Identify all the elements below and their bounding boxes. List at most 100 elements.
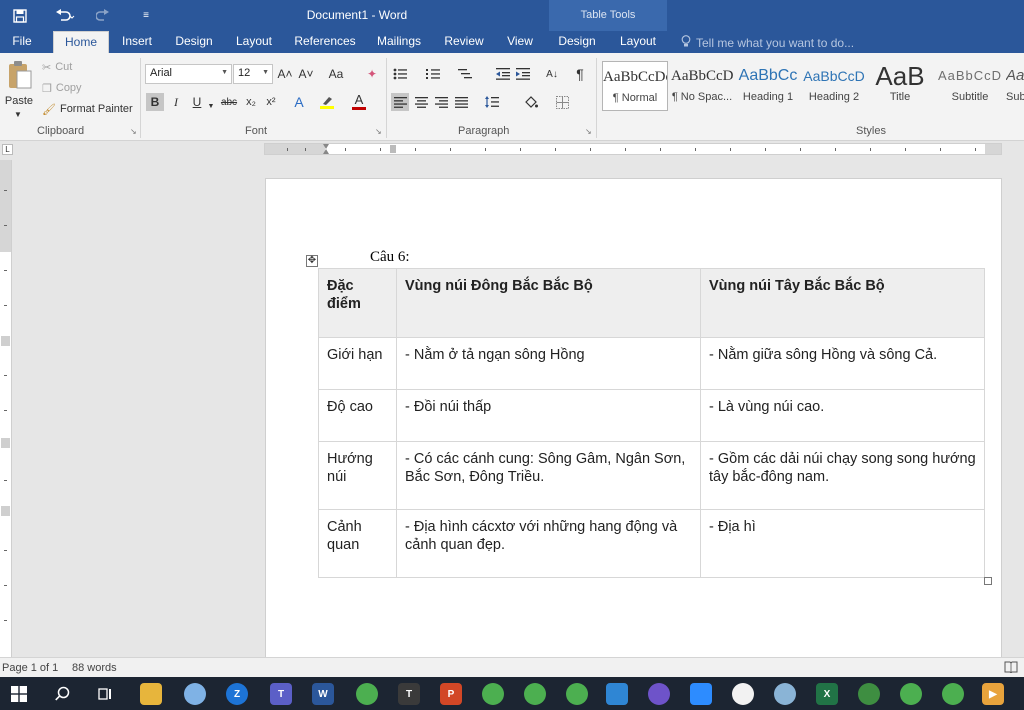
comparison-table[interactable]: Đặc điểm Vùng núi Đông Bắc Bắc Bộ Vùng n… — [318, 268, 985, 578]
highlight-color-button[interactable] — [318, 93, 336, 111]
underline-dropdown-icon[interactable]: ▼ — [206, 97, 216, 115]
text-effects-button[interactable]: A — [290, 93, 308, 111]
table-resize-handle[interactable] — [984, 577, 992, 585]
tab-layout[interactable]: Layout — [230, 31, 278, 53]
style-title[interactable]: AaB Title — [869, 61, 931, 111]
text-editor-icon[interactable]: T — [398, 683, 420, 705]
feather-app-icon[interactable] — [648, 683, 670, 705]
strikethrough-button[interactable]: abc — [219, 93, 239, 111]
font-size-combo[interactable]: 12 ▼ — [233, 64, 273, 84]
multilevel-list-icon[interactable] — [456, 65, 474, 83]
style-heading-2[interactable]: AaBbCcD Heading 2 — [803, 61, 865, 111]
tab-references[interactable]: References — [290, 31, 360, 53]
font-color-button[interactable]: A — [350, 93, 368, 111]
borders-icon[interactable] — [553, 93, 571, 111]
chrome-icon[interactable] — [942, 683, 964, 705]
line-spacing-icon[interactable] — [483, 93, 501, 111]
video-player-icon[interactable]: ▶ — [982, 683, 1004, 705]
underline-button[interactable]: U — [188, 93, 206, 111]
chrome-icon[interactable] — [524, 683, 546, 705]
tab-view[interactable]: View — [500, 31, 540, 53]
file-explorer-icon[interactable] — [140, 683, 162, 705]
vertical-ruler[interactable] — [0, 160, 12, 657]
numbering-icon[interactable] — [424, 65, 442, 83]
shading-icon[interactable] — [522, 93, 540, 111]
clipboard-launcher-icon[interactable]: ↘ — [130, 127, 137, 136]
align-center-icon[interactable] — [412, 93, 430, 111]
subscript-button[interactable]: x₂ — [242, 93, 260, 111]
tell-me-box[interactable]: Tell me what you want to do... — [681, 35, 854, 51]
chrome-icon[interactable] — [482, 683, 504, 705]
font-name-combo[interactable]: Arial ▼ — [145, 64, 232, 84]
format-painter-button[interactable]: 🖌 Format Painter — [42, 102, 133, 116]
tab-home[interactable]: Home — [53, 31, 109, 53]
powerpoint-icon[interactable]: P — [440, 683, 462, 705]
page-count[interactable]: Page 1 of 1 — [2, 662, 58, 674]
chrome-icon[interactable] — [900, 683, 922, 705]
tab-stop-selector[interactable]: L — [2, 144, 13, 155]
cut-button[interactable]: ✂ Cut — [42, 60, 72, 74]
search-icon[interactable] — [51, 683, 73, 705]
excel-icon[interactable]: X — [816, 683, 838, 705]
excel-chrome-icon[interactable] — [858, 683, 880, 705]
bold-button[interactable]: B — [146, 93, 164, 111]
decrease-indent-icon[interactable] — [494, 65, 512, 83]
table-cell[interactable]: Hướng núi — [318, 441, 397, 510]
table-cell[interactable]: - Gồm các dải núi chạy song song hướng t… — [700, 441, 985, 510]
table-cell[interactable]: Độ cao — [318, 389, 397, 442]
bullets-icon[interactable] — [391, 65, 409, 83]
align-left-icon[interactable] — [391, 93, 409, 111]
horizontal-ruler[interactable] — [264, 143, 1002, 155]
tab-file[interactable]: File — [4, 31, 40, 53]
tab-insert[interactable]: Insert — [115, 31, 159, 53]
change-case-button[interactable]: Aa — [325, 65, 347, 83]
table-cell[interactable]: - Là vùng núi cao. — [700, 389, 985, 442]
style-no-spacing[interactable]: AaBbCcDc ¶ No Spac... — [671, 61, 733, 111]
table-cell[interactable]: - Nằm ở tả ngạn sông Hồng — [396, 337, 701, 390]
copy-button[interactable]: ❐ Copy — [42, 81, 82, 95]
table-cell[interactable]: Giới hạn — [318, 337, 397, 390]
paint-app-icon[interactable] — [184, 683, 206, 705]
style-subtitle[interactable]: AaBbCcD Subtitle — [937, 61, 1003, 111]
table-cell[interactable]: - Đồi núi thấp — [396, 389, 701, 442]
show-marks-button[interactable]: ¶ — [571, 65, 589, 83]
align-right-icon[interactable] — [432, 93, 450, 111]
read-mode-icon[interactable] — [1004, 661, 1018, 676]
chrome-icon[interactable] — [356, 683, 378, 705]
style-heading-1[interactable]: AaBbCc Heading 1 — [737, 61, 799, 111]
tab-mailings[interactable]: Mailings — [370, 31, 428, 53]
table-header-cell[interactable]: Vùng núi Đông Bắc Bắc Bộ — [396, 268, 701, 338]
font-launcher-icon[interactable]: ↘ — [375, 127, 382, 136]
store-icon[interactable] — [606, 683, 628, 705]
clear-formatting-icon[interactable]: ✦ — [363, 65, 381, 83]
italic-button[interactable]: I — [167, 93, 185, 111]
increase-indent-icon[interactable] — [514, 65, 532, 83]
style-subtle[interactable]: AaBbCcDc Subtle — [1006, 61, 1024, 111]
table-cell[interactable]: - Có các cánh cung: Sông Gâm, Ngân Sơn, … — [396, 441, 701, 510]
teams-icon[interactable]: T — [270, 683, 292, 705]
word-icon[interactable]: W — [312, 683, 334, 705]
picasa-icon[interactable] — [732, 683, 754, 705]
tab-table-layout[interactable]: Layout — [614, 31, 662, 53]
paste-button[interactable]: Paste — [4, 60, 34, 112]
justify-icon[interactable] — [452, 93, 470, 111]
table-move-handle-icon[interactable]: ✥ — [306, 255, 318, 267]
zoom-icon[interactable] — [690, 683, 712, 705]
tab-review[interactable]: Review — [440, 31, 488, 53]
table-header-cell[interactable]: Vùng núi Tây Bắc Bắc Bộ — [700, 268, 985, 338]
word-count[interactable]: 88 words — [72, 662, 117, 674]
zalo-icon[interactable]: Z — [226, 683, 248, 705]
table-cell[interactable]: - Địa hì — [700, 509, 985, 578]
table-header-cell[interactable]: Đặc điểm — [318, 268, 397, 338]
table-cell[interactable]: Cảnh quan — [318, 509, 397, 578]
chrome-icon[interactable] — [566, 683, 588, 705]
task-view-icon[interactable] — [94, 683, 116, 705]
paint-icon[interactable] — [774, 683, 796, 705]
style-normal[interactable]: AaBbCcDc ¶ Normal — [602, 61, 668, 111]
grow-font-button[interactable]: A˄ — [276, 65, 294, 83]
windows-start-icon[interactable] — [8, 683, 30, 705]
paragraph-launcher-icon[interactable]: ↘ — [585, 127, 592, 136]
tab-table-design[interactable]: Design — [553, 31, 601, 53]
superscript-button[interactable]: x² — [262, 93, 280, 111]
paste-dropdown-icon[interactable]: ▼ — [14, 110, 22, 119]
